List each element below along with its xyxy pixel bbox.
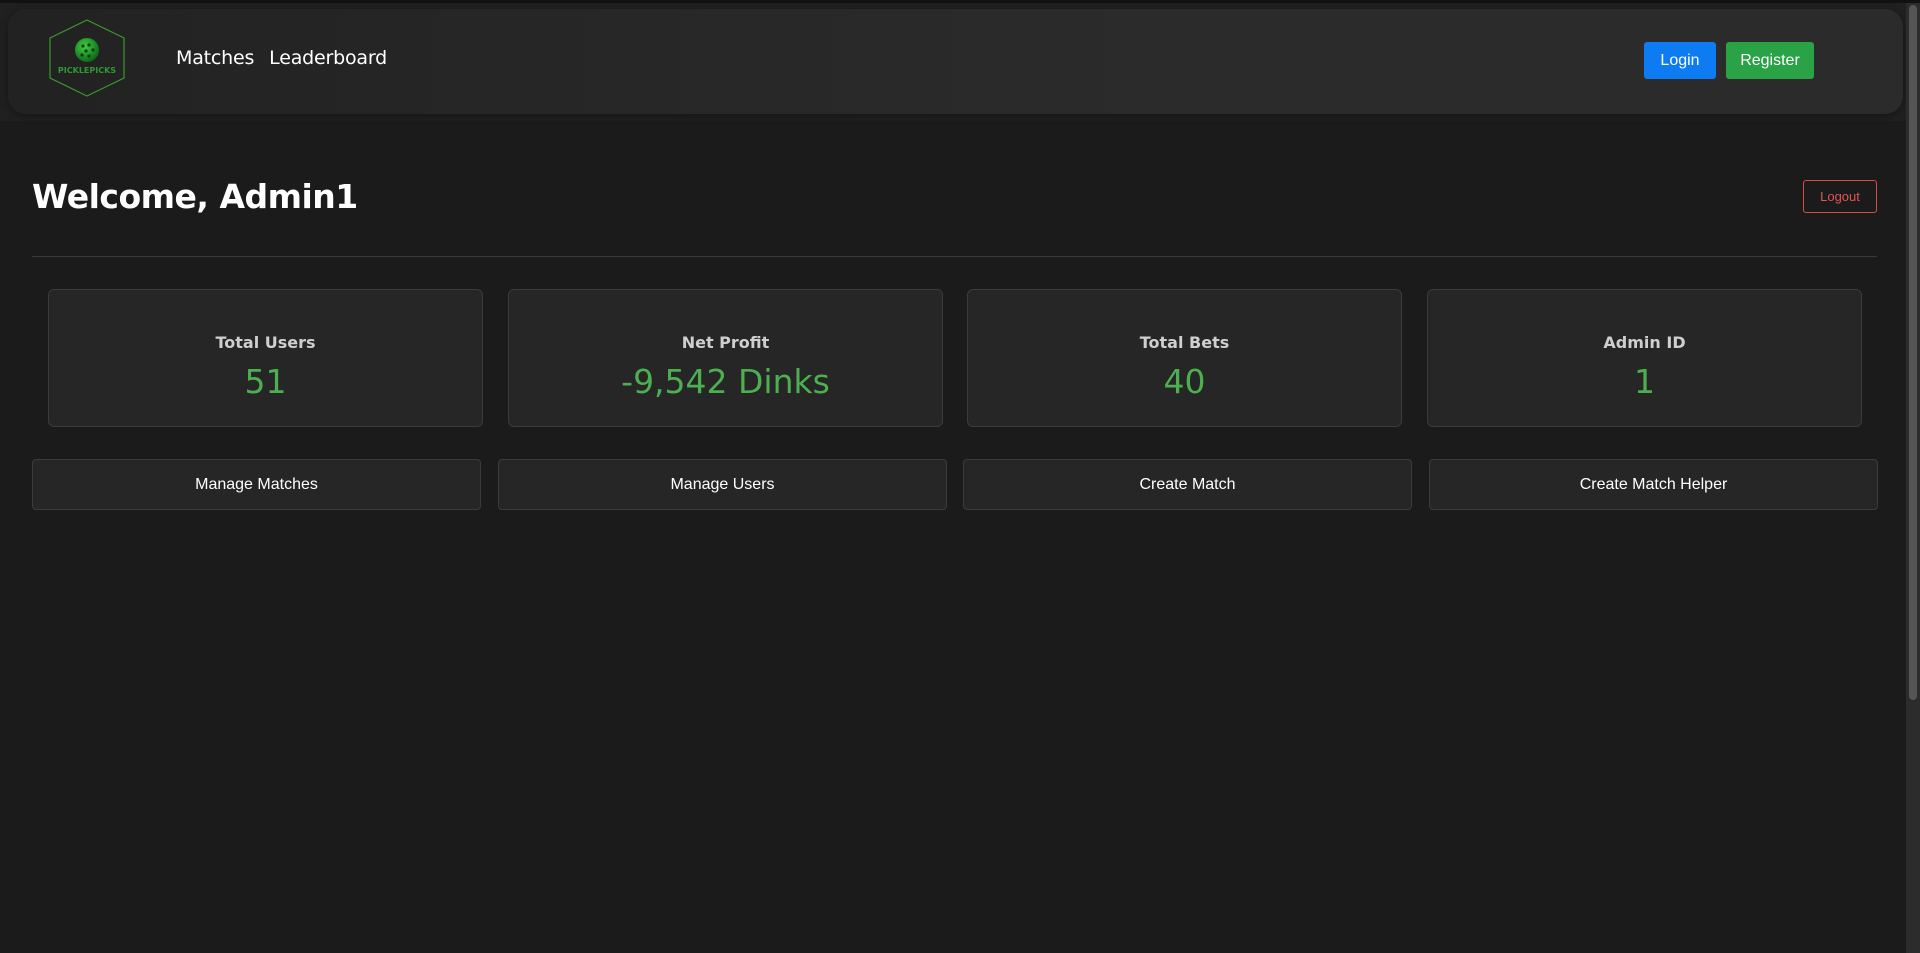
logout-button[interactable]: Logout: [1803, 180, 1877, 213]
stat-value: -9,542 Dinks: [621, 362, 830, 401]
nav-links: Matches Leaderboard: [176, 47, 387, 69]
navbar: PICKLEPICKS Matches Leaderboard Login Re…: [8, 9, 1903, 114]
stat-label: Total Users: [215, 333, 316, 352]
manage-users-button[interactable]: Manage Users: [498, 459, 947, 510]
svg-text:PICKLEPICKS: PICKLEPICKS: [58, 66, 116, 75]
register-button[interactable]: Register: [1726, 42, 1814, 79]
admin-dashboard-page: PICKLEPICKS Matches Leaderboard Login Re…: [0, 0, 1920, 953]
header: PICKLEPICKS Matches Leaderboard Login Re…: [0, 3, 1918, 121]
stat-label: Total Bets: [1139, 333, 1230, 352]
stat-label: Admin ID: [1603, 333, 1686, 352]
stat-card-total-bets: Total Bets 40: [967, 289, 1402, 427]
create-match-helper-button[interactable]: Create Match Helper: [1429, 459, 1878, 510]
stat-value: 1: [1634, 362, 1655, 401]
create-match-button[interactable]: Create Match: [963, 459, 1412, 510]
nav-link-matches[interactable]: Matches: [176, 47, 254, 69]
picklepicks-logo[interactable]: PICKLEPICKS: [46, 18, 128, 98]
login-button[interactable]: Login: [1644, 42, 1716, 79]
stat-value: 51: [244, 362, 287, 401]
scrollbar-thumb[interactable]: [1909, 5, 1917, 700]
vertical-scrollbar[interactable]: [1906, 3, 1920, 953]
welcome-heading: Welcome, Admin1: [32, 177, 358, 216]
divider: [32, 256, 1877, 257]
logo-icon: PICKLEPICKS: [49, 19, 125, 97]
stat-card-total-users: Total Users 51: [48, 289, 483, 427]
stat-card-net-profit: Net Profit -9,542 Dinks: [508, 289, 943, 427]
nav-link-leaderboard[interactable]: Leaderboard: [269, 47, 387, 69]
stat-value: 40: [1163, 362, 1206, 401]
stat-card-admin-id: Admin ID 1: [1427, 289, 1862, 427]
stat-label: Net Profit: [681, 333, 770, 352]
manage-matches-button[interactable]: Manage Matches: [32, 459, 481, 510]
